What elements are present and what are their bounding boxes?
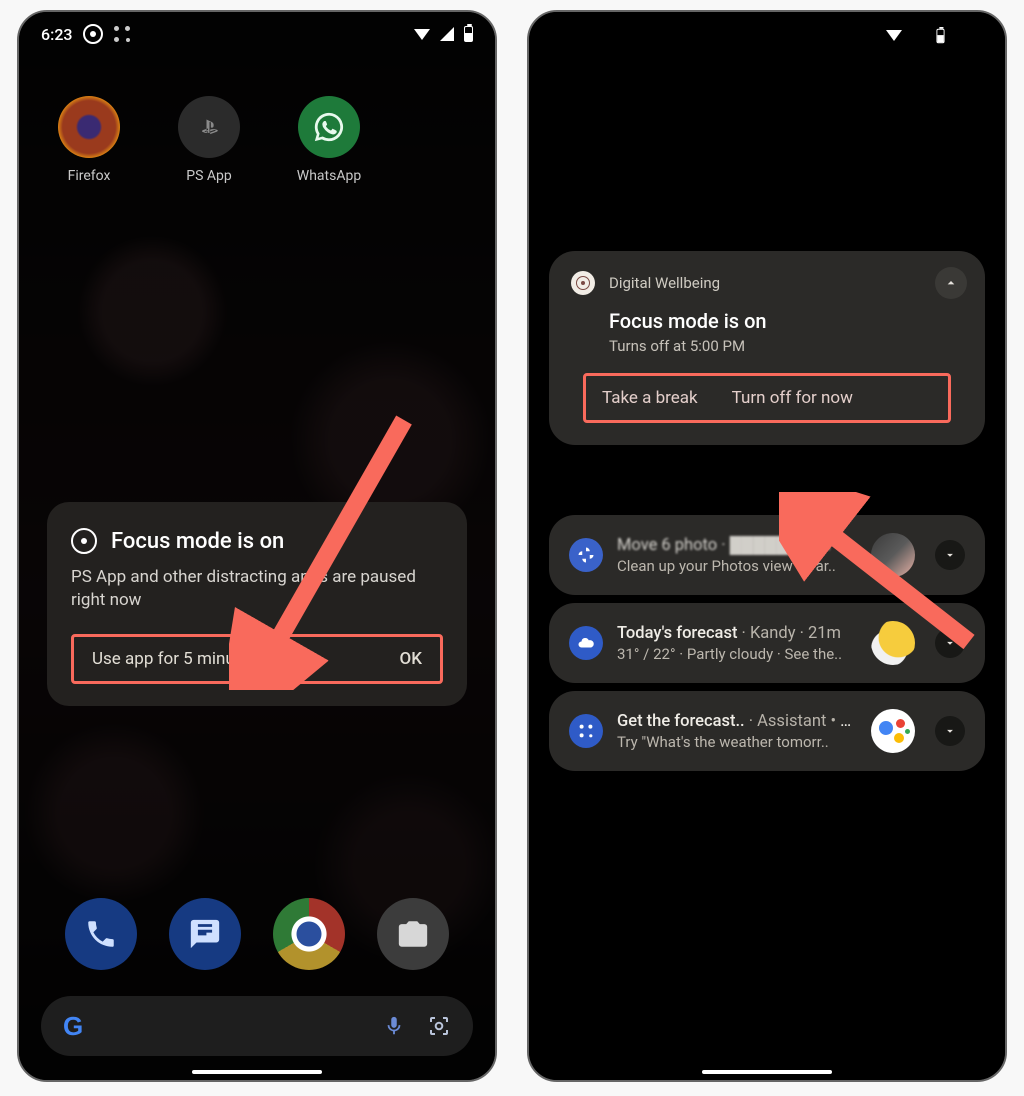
photos-icon — [569, 538, 603, 572]
home-app-row: Firefox PS App WhatsApp — [19, 48, 495, 184]
weather-icon — [569, 626, 603, 660]
expand-button[interactable] — [935, 716, 965, 746]
assistant-icon — [569, 714, 603, 748]
app-psapp[interactable]: PS App — [169, 96, 249, 184]
battery-icon — [937, 28, 945, 42]
playstation-icon — [178, 96, 240, 158]
whatsapp-icon — [298, 96, 360, 158]
status-time: 6:23 — [41, 25, 73, 44]
firefox-icon — [58, 96, 120, 158]
app-firefox[interactable]: Firefox — [49, 96, 129, 184]
notification-assistant[interactable]: Get the forecast.. · Assistant • 2d Try … — [549, 691, 985, 771]
wellbeing-icon — [71, 528, 97, 554]
app-whatsapp[interactable]: WhatsApp — [289, 96, 369, 184]
assistant-icon — [113, 25, 131, 43]
notification-title: Get the forecast.. · Assistant • 2d — [617, 712, 857, 731]
status-bar: 6:23 — [19, 12, 495, 48]
notification-text: Try "What's the weather tomorr.. — [617, 733, 857, 751]
wellbeing-status-icon — [83, 24, 103, 44]
nav-home-indicator[interactable] — [192, 1070, 322, 1074]
assistant-glyph-icon — [871, 709, 915, 753]
dock-chrome[interactable] — [273, 898, 345, 970]
notification-title: Focus mode is on — [609, 309, 963, 333]
nav-home-indicator[interactable] — [702, 1070, 832, 1074]
battery-icon — [464, 26, 473, 42]
google-logo-icon: G — [63, 1011, 83, 1042]
app-label: Firefox — [68, 168, 111, 184]
take-break-button[interactable]: Take a break — [602, 388, 698, 408]
wifi-icon — [886, 30, 902, 41]
app-label: PS App — [186, 168, 231, 184]
home-dock — [19, 898, 495, 970]
app-label: WhatsApp — [297, 168, 361, 184]
notification-app-name: Digital Wellbeing — [609, 274, 720, 292]
wifi-icon — [414, 29, 430, 40]
search-bar[interactable]: G — [41, 996, 473, 1056]
phone-right-shade: 8:40 Mon, Jun 13 38% Internet › Bluetoot… — [527, 10, 1007, 1082]
annotation-arrow — [779, 492, 999, 662]
phone-left-home: 6:23 Firefox PS App WhatsApp — [17, 10, 497, 1082]
dock-phone[interactable] — [65, 898, 137, 970]
collapse-button[interactable] — [935, 267, 967, 299]
lens-icon[interactable] — [427, 1014, 451, 1038]
wellbeing-avatar-icon — [571, 271, 595, 295]
annotation-arrow — [229, 400, 429, 690]
signal-icon — [440, 27, 454, 41]
notification-subtitle: Turns off at 5:00 PM — [609, 337, 963, 355]
dock-camera[interactable] — [377, 898, 449, 970]
focus-mode-notification[interactable]: Digital Wellbeing Focus mode is on Turns… — [549, 251, 985, 445]
notification-actions-highlight: Take a break Turn off for now — [583, 373, 951, 423]
dock-messages[interactable] — [169, 898, 241, 970]
mic-icon[interactable] — [383, 1015, 405, 1037]
turn-off-button[interactable]: Turn off for now — [732, 388, 853, 408]
